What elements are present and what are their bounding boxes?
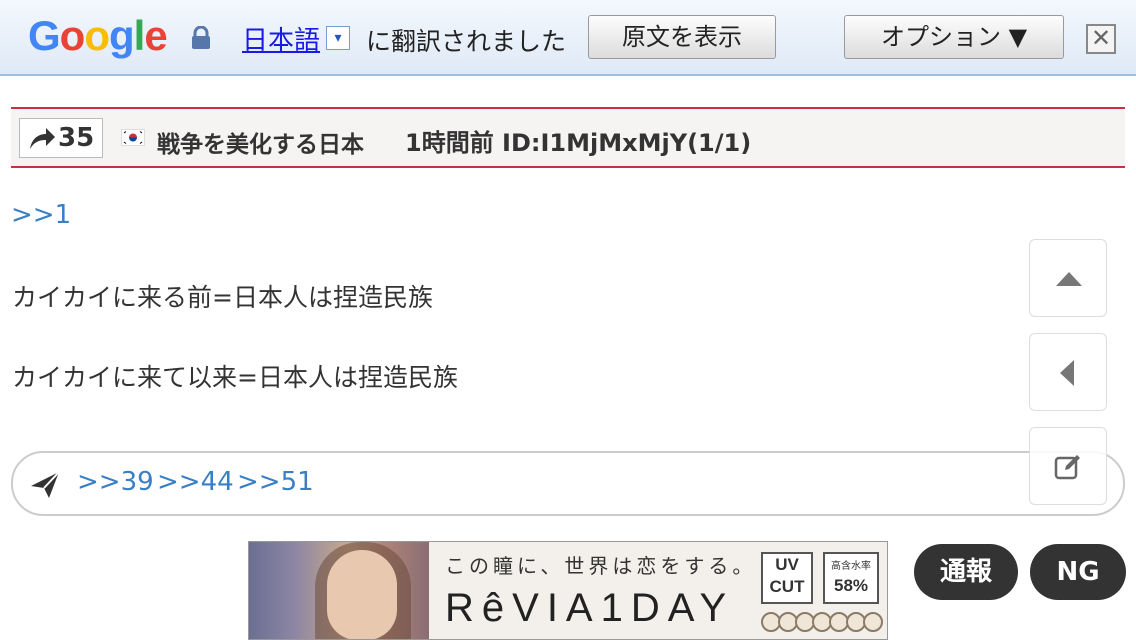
- options-button[interactable]: オプション ▼: [844, 15, 1064, 59]
- translated-notice: に翻訳されました: [366, 27, 567, 56]
- ad-water-label: 高含水率: [831, 561, 871, 572]
- share-button[interactable]: 35: [19, 118, 103, 158]
- share-count: 35: [58, 123, 95, 153]
- poster-name: 戦争を美化する日本: [157, 132, 364, 158]
- ng-button[interactable]: NG: [1030, 544, 1126, 600]
- reply-link[interactable]: >>39: [77, 467, 154, 497]
- arrow-left-icon: [1060, 360, 1074, 386]
- translate-bar: Google 日本語 ▾ に翻訳されました 原文を表示 オプション ▼ ✕: [0, 0, 1136, 76]
- logo-letter: G: [28, 12, 61, 59]
- ad-tagline: この瞳に、世界は恋をする。: [445, 554, 757, 578]
- korea-flag-icon: [121, 129, 145, 146]
- send-icon: [31, 471, 60, 498]
- share-arrow-icon: [30, 128, 55, 149]
- logo-letter: e: [144, 12, 167, 59]
- logo-letter: l: [133, 12, 146, 59]
- close-icon[interactable]: ✕: [1086, 24, 1116, 54]
- show-original-button[interactable]: 原文を表示: [588, 15, 776, 59]
- ad-lens-row: [761, 612, 885, 634]
- reply-link[interactable]: >>44: [157, 467, 234, 497]
- logo-letter: o: [84, 12, 110, 59]
- language-link[interactable]: 日本語: [242, 20, 320, 57]
- compose-button[interactable]: [1029, 427, 1107, 505]
- report-button[interactable]: 通報: [914, 544, 1018, 600]
- edit-icon: [1054, 455, 1080, 480]
- ad-brand: RêVIA1DAY: [445, 586, 735, 630]
- lock-icon: [192, 26, 210, 49]
- ad-water-value: 58%: [833, 576, 869, 595]
- post-meta: 1時間前 ID:I1MjMxMjY(1/1): [405, 129, 752, 157]
- logo-letter: o: [59, 12, 86, 59]
- scroll-top-button[interactable]: [1029, 239, 1107, 317]
- reply-bar: >>39 >>44 >>51: [11, 451, 1125, 516]
- post-text-line: カイカイに来て以来=日本人は捏造民族: [12, 363, 458, 392]
- ad-uv-badge: UV CUT: [761, 552, 813, 604]
- ad-banner[interactable]: この瞳に、世界は恋をする。 RêVIA1DAY UV CUT 高含水率 58%: [248, 541, 888, 640]
- google-logo: Google: [28, 12, 168, 60]
- language-dropdown-icon[interactable]: ▾: [326, 26, 350, 50]
- reply-link[interactable]: >>51: [237, 467, 314, 497]
- anchor-link[interactable]: >>1: [11, 200, 71, 230]
- arrow-up-icon: [1056, 272, 1082, 286]
- back-button[interactable]: [1029, 333, 1107, 411]
- lens-icon: [863, 612, 883, 632]
- logo-letter: g: [108, 12, 135, 59]
- ad-model-image: [249, 542, 429, 639]
- post-header: 35 戦争を美化する日本 1時間前 ID:I1MjMxMjY(1/1): [11, 107, 1125, 168]
- ad-image-shape: [327, 550, 397, 639]
- post-text-line: カイカイに来る前=日本人は捏造民族: [12, 283, 433, 312]
- ad-water-badge: 高含水率 58%: [823, 552, 879, 604]
